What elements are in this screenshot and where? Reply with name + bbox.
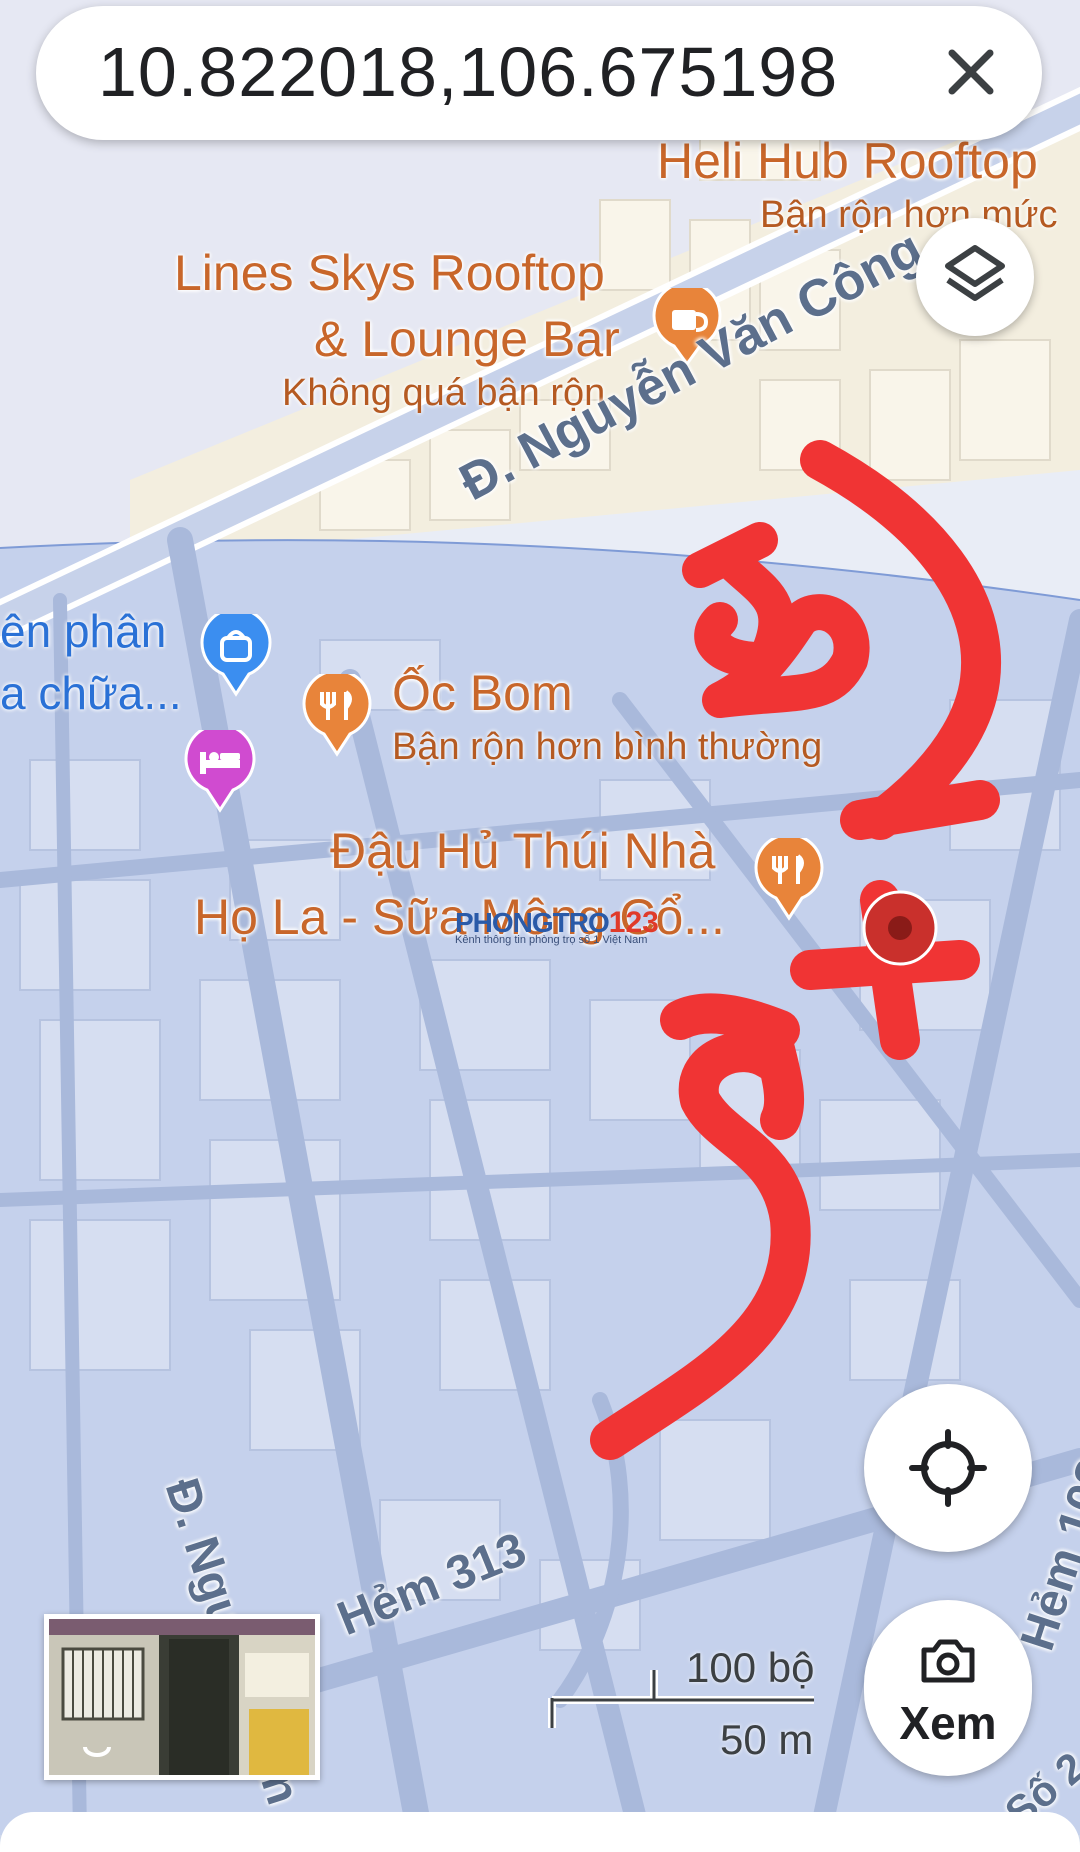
annotation-scribble-text: [682, 522, 870, 718]
poi-shop-name-2[interactable]: a chữa...: [0, 666, 182, 720]
street-view-label: Xem: [899, 1697, 997, 1749]
poi-shop-name-1[interactable]: ên phân: [0, 604, 166, 658]
search-bar[interactable]: 10.822018,106.675198: [36, 6, 1042, 140]
street-view-button[interactable]: Xem: [864, 1600, 1032, 1776]
map-scale: 100 bộ 50 m: [548, 1644, 820, 1764]
poi-ocbom-status: Bận rộn hơn bình thường: [392, 726, 823, 768]
dropped-pin-icon[interactable]: [860, 888, 940, 968]
watermark: PHONGTRO123 Kênh thông tin phòng trọ số …: [455, 906, 659, 946]
bottom-sheet-handle[interactable]: [0, 1812, 1080, 1852]
annotation-arrow-bottom: [590, 993, 811, 1460]
poi-lines-name-2[interactable]: & Lounge Bar: [314, 310, 620, 368]
poi-dauhu-name-1[interactable]: Đậu Hủ Thúi Nhà: [330, 822, 715, 880]
restaurant-marker-dauhu[interactable]: [754, 838, 824, 922]
restaurant-marker-ocbom[interactable]: [302, 674, 372, 758]
my-location-icon: [909, 1429, 987, 1507]
hotel-marker[interactable]: [184, 730, 256, 814]
layers-icon: [945, 245, 1005, 301]
street-view-thumbnail[interactable]: [44, 1614, 320, 1780]
camera-icon: [921, 1639, 975, 1683]
my-location-button[interactable]: [864, 1384, 1032, 1552]
watermark-tagline: Kênh thông tin phòng trọ số 1 Việt Nam: [455, 934, 648, 946]
search-query[interactable]: 10.822018,106.675198: [98, 32, 838, 112]
layers-button[interactable]: [916, 218, 1034, 336]
close-icon[interactable]: [938, 39, 1004, 105]
shopping-marker[interactable]: [200, 614, 272, 698]
poi-heli-name[interactable]: Heli Hub Rooftop: [657, 132, 1038, 190]
street-view-image: [49, 1619, 315, 1775]
poi-lines-name-1[interactable]: Lines Skys Rooftop: [174, 244, 605, 302]
poi-ocbom-name[interactable]: Ốc Bom: [392, 664, 573, 722]
scale-meter-label: 50 m: [720, 1716, 814, 1763]
